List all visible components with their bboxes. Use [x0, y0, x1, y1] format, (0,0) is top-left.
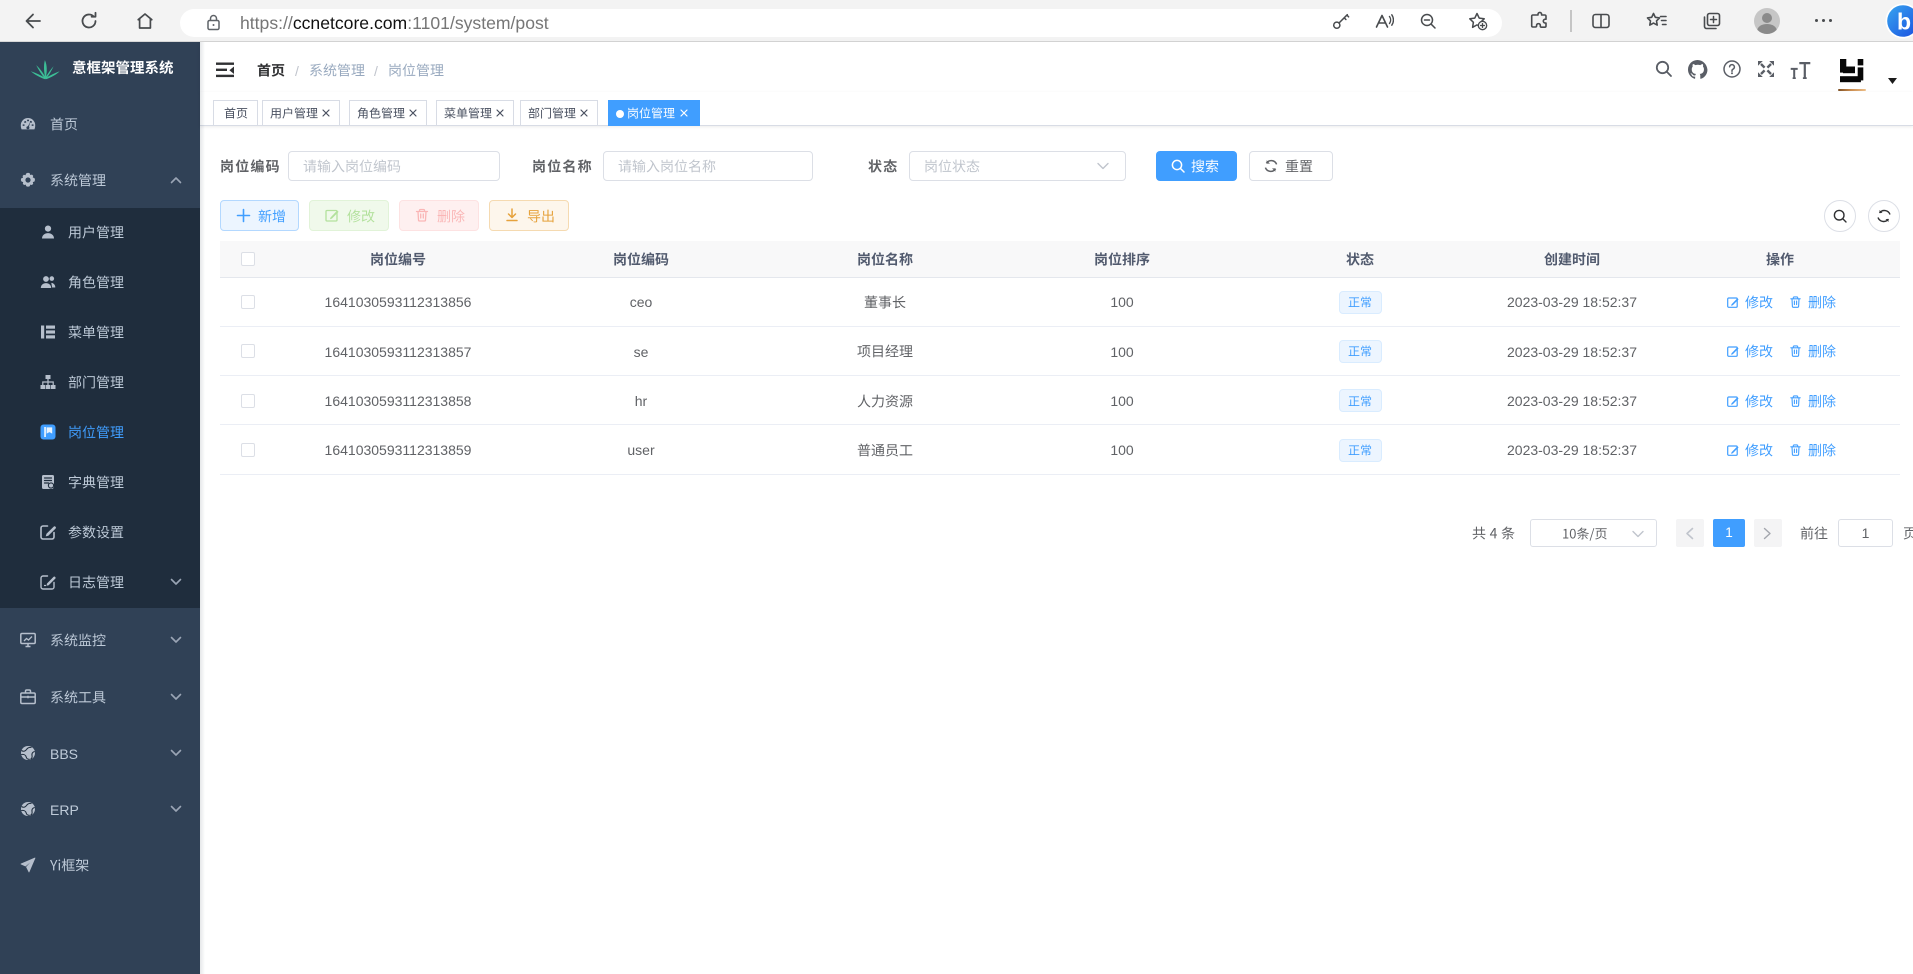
svg-text:b: b: [1897, 9, 1911, 35]
